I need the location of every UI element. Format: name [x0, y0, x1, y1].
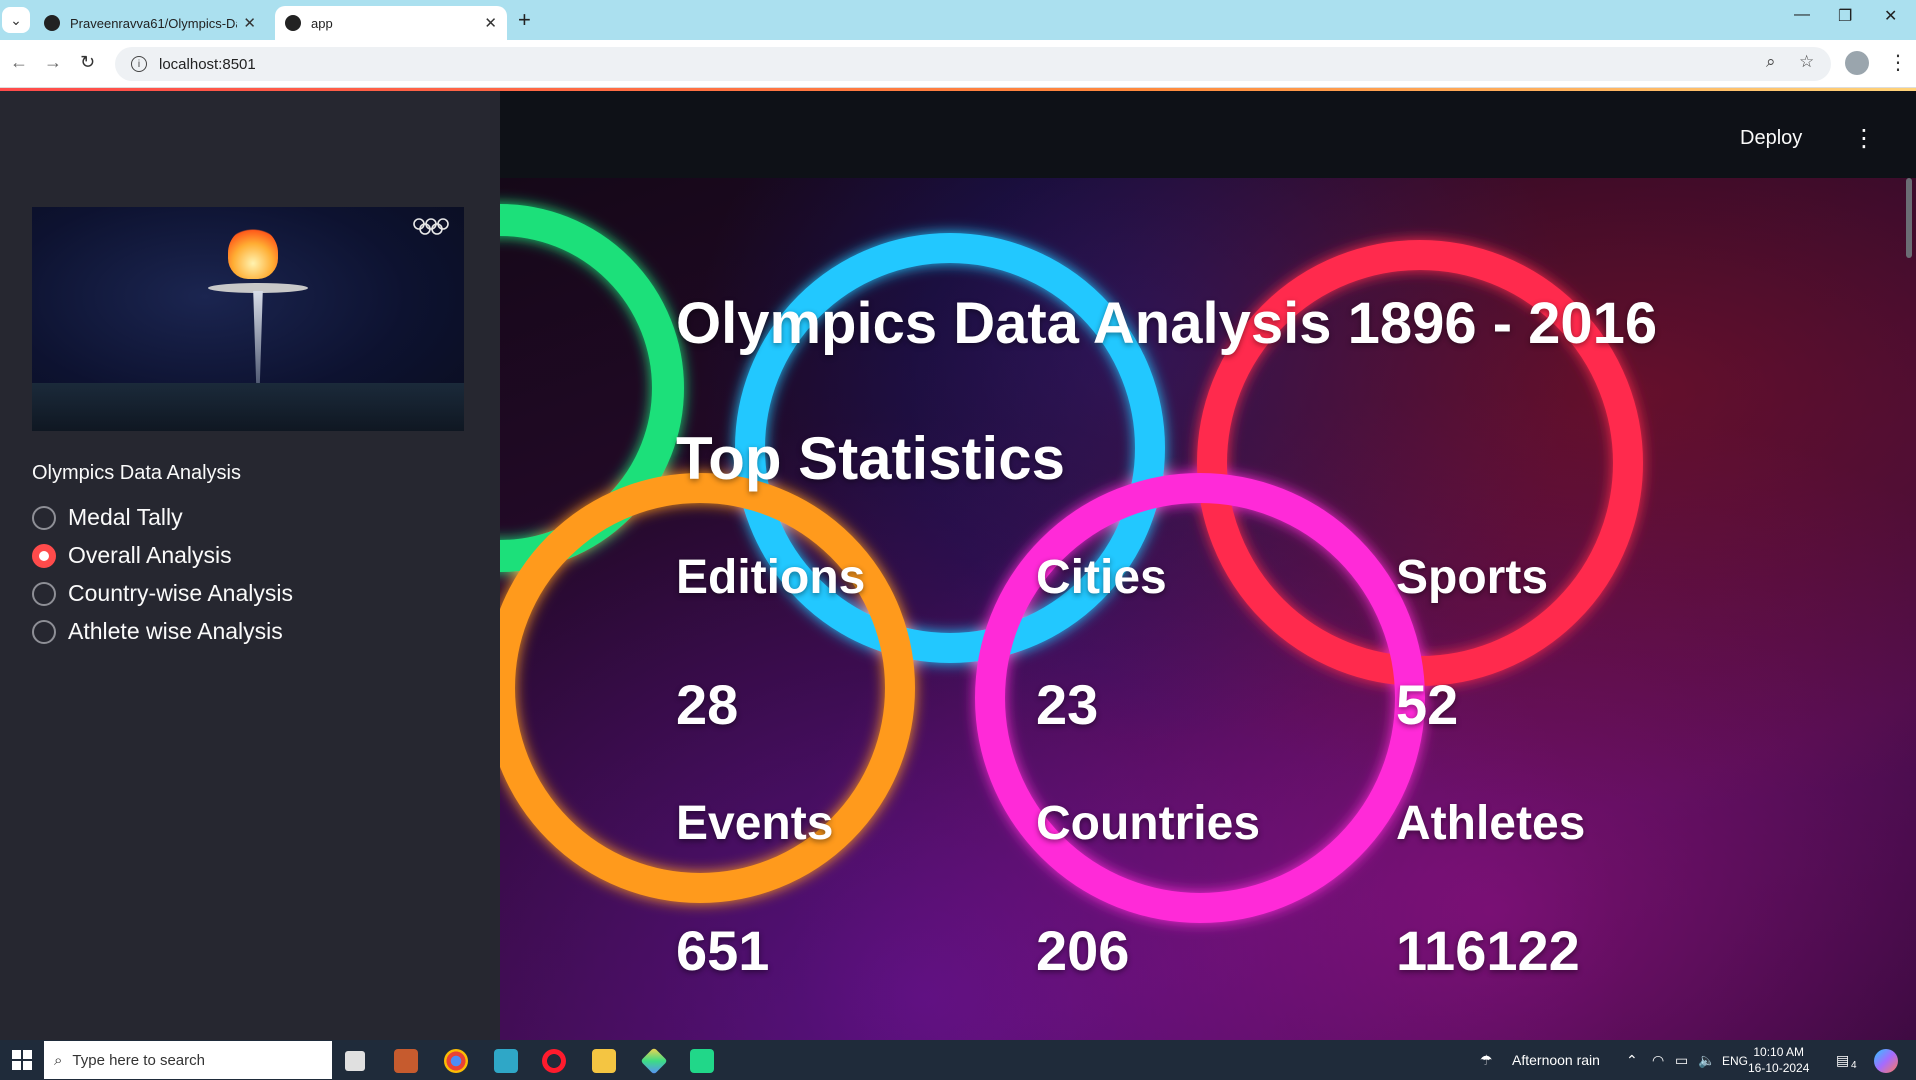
- stat-label-events: Events: [676, 797, 834, 850]
- reload-icon[interactable]: ↻: [80, 52, 95, 73]
- pycharm-app-icon[interactable]: [690, 1049, 714, 1073]
- minimize-icon[interactable]: —: [1794, 6, 1810, 24]
- radio-overall-analysis[interactable]: Overall Analysis: [32, 542, 232, 569]
- tab-app[interactable]: app ✕: [275, 6, 507, 40]
- clock-time: 10:10 AM: [1753, 1045, 1805, 1059]
- tab-search-icon[interactable]: ⌄: [2, 7, 30, 33]
- radio-label: Country-wise Analysis: [68, 580, 293, 606]
- stat-label-athletes: Athletes: [1396, 797, 1586, 850]
- app-header: [500, 91, 1916, 178]
- radio-country-wise-analysis[interactable]: Country-wise Analysis: [32, 580, 293, 607]
- olympic-flame-image: [32, 207, 464, 431]
- weather-text[interactable]: Afternoon rain: [1512, 1052, 1600, 1068]
- chrome-app-icon[interactable]: [444, 1049, 468, 1073]
- language-indicator[interactable]: ENG: [1722, 1054, 1748, 1068]
- flame-shape: [228, 227, 278, 279]
- stat-label-countries: Countries: [1036, 797, 1261, 850]
- new-tab-icon[interactable]: +: [518, 7, 531, 33]
- task-view-icon[interactable]: [345, 1051, 365, 1071]
- streamlit-icon: [285, 15, 301, 31]
- bookmark-star-icon[interactable]: ☆: [1799, 52, 1814, 72]
- tray-chevron-icon[interactable]: ⌃: [1626, 1052, 1638, 1069]
- radio-button-selected[interactable]: [32, 543, 56, 568]
- volume-icon[interactable]: 🔈: [1698, 1052, 1715, 1069]
- main-scrollbar[interactable]: [1906, 178, 1912, 258]
- browser-tab-bar: ⌄ Praveenravva61/Olympics-Data ✕ app ✕ +…: [0, 0, 1916, 40]
- radio-button[interactable]: [32, 581, 56, 606]
- back-icon[interactable]: ←: [10, 52, 28, 73]
- section-title: Top Statistics: [676, 425, 1065, 492]
- zoom-icon[interactable]: ⌕: [1766, 52, 1776, 72]
- taskbar-clock[interactable]: 10:10 AM 16-10-2024: [1748, 1044, 1809, 1076]
- tab-title: app: [311, 15, 333, 31]
- radio-label: Overall Analysis: [68, 542, 232, 568]
- stat-value-athletes: 116122: [1396, 919, 1580, 982]
- browser-menu-icon[interactable]: ⋮: [1888, 50, 1908, 75]
- m-app-icon[interactable]: [494, 1049, 518, 1073]
- radio-label: Medal Tally: [68, 504, 183, 530]
- stat-value-cities: 23: [1036, 673, 1099, 736]
- tab-title: Praveenravva61/Olympics-Data: [70, 15, 238, 31]
- stat-value-sports: 52: [1396, 673, 1459, 736]
- deploy-button[interactable]: Deploy: [1740, 127, 1802, 150]
- winrar-app-icon[interactable]: [394, 1049, 418, 1073]
- stat-value-events: 651: [676, 919, 770, 982]
- radio-label: Athlete wise Analysis: [68, 618, 283, 644]
- radio-athlete-wise-analysis[interactable]: Athlete wise Analysis: [32, 618, 283, 645]
- notification-icon[interactable]: ▤: [1836, 1052, 1849, 1069]
- windows-start-icon[interactable]: [12, 1050, 32, 1070]
- copilot-icon[interactable]: [1874, 1049, 1898, 1073]
- close-icon[interactable]: ✕: [484, 14, 497, 32]
- url-text: localhost:8501: [159, 55, 256, 73]
- weather-icon[interactable]: ☂: [1480, 1052, 1493, 1069]
- clock-date: 16-10-2024: [1748, 1061, 1810, 1075]
- crowd-shape: [32, 383, 464, 431]
- restore-icon[interactable]: ❐: [1838, 6, 1852, 26]
- search-icon: ⌕: [54, 1051, 63, 1069]
- stat-label-editions: Editions: [676, 551, 866, 604]
- github-icon: [44, 15, 60, 31]
- network-icon[interactable]: ◠: [1652, 1052, 1664, 1069]
- opera-app-icon[interactable]: [542, 1049, 566, 1073]
- url-input[interactable]: i localhost:8501: [115, 47, 1831, 81]
- stat-value-countries: 206: [1036, 919, 1130, 982]
- stat-value-editions: 28: [676, 673, 739, 736]
- radio-group-label: Olympics Data Analysis: [32, 462, 241, 484]
- notification-count-badge: 4: [1851, 1060, 1857, 1071]
- window-close-icon[interactable]: ✕: [1884, 6, 1897, 26]
- close-icon[interactable]: ✕: [243, 14, 256, 32]
- site-info-icon[interactable]: i: [131, 56, 147, 72]
- taskbar-search-input[interactable]: ⌕ Type here to search: [44, 1041, 332, 1079]
- tower-shape: [253, 291, 263, 391]
- stat-label-cities: Cities: [1036, 551, 1167, 604]
- page-title: Olympics Data Analysis 1896 - 2016: [676, 291, 1658, 356]
- forward-icon[interactable]: →: [44, 52, 62, 73]
- radio-button[interactable]: [32, 619, 56, 644]
- radio-medal-tally[interactable]: Medal Tally: [32, 504, 183, 531]
- radio-button[interactable]: [32, 505, 56, 530]
- tab-github[interactable]: Praveenravva61/Olympics-Data ✕: [34, 6, 266, 40]
- profile-avatar[interactable]: [1845, 51, 1869, 75]
- app-menu-icon[interactable]: ⋮: [1852, 124, 1876, 153]
- olympic-rings-logo-icon: [413, 218, 449, 235]
- stat-label-sports: Sports: [1396, 551, 1549, 604]
- address-bar-row: ← → ↻ i localhost:8501 ⌕ ☆: [0, 40, 1916, 88]
- battery-icon[interactable]: ▭: [1675, 1052, 1688, 1069]
- file-explorer-icon[interactable]: [592, 1049, 616, 1073]
- taskbar-search-placeholder: Type here to search: [72, 1051, 205, 1069]
